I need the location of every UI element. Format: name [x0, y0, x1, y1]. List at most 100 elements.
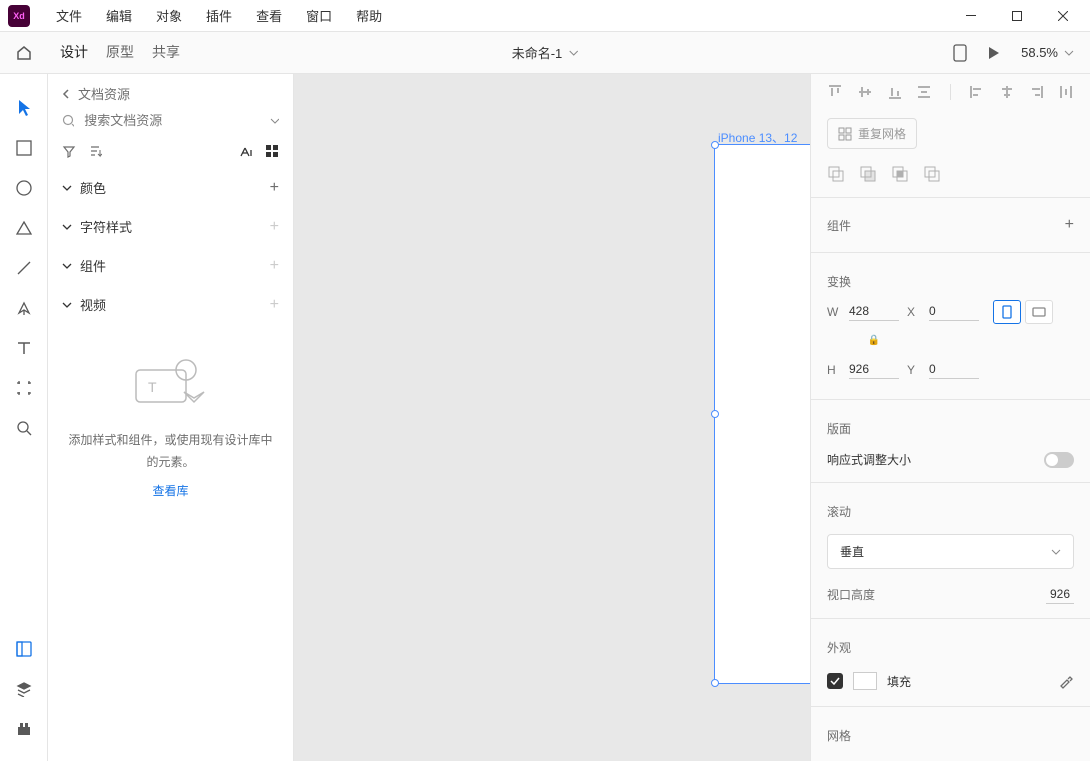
- section-colors[interactable]: 颜色 +: [48, 168, 293, 207]
- text-icon: [16, 340, 32, 356]
- menu-view[interactable]: 查看: [244, 6, 294, 25]
- align-hcenter-icon[interactable]: [999, 84, 1015, 100]
- responsive-resize-row: 响应式调整大小: [811, 443, 1090, 476]
- chevron-down-icon: [1064, 50, 1074, 56]
- close-button[interactable]: [1040, 0, 1086, 32]
- height-input[interactable]: 926: [849, 360, 899, 379]
- add-component-button[interactable]: +: [270, 257, 279, 275]
- view-library-link[interactable]: 查看库: [152, 481, 188, 503]
- selection-handle[interactable]: [711, 410, 719, 418]
- polygon-tool[interactable]: [8, 208, 40, 248]
- scroll-select[interactable]: 垂直: [827, 534, 1074, 569]
- canvas[interactable]: iPhone 13、12 Pro Max – 1: [294, 74, 810, 761]
- add-color-button[interactable]: +: [270, 179, 279, 197]
- minimize-button[interactable]: [948, 0, 994, 32]
- boolean-exclude-icon[interactable]: [923, 165, 941, 183]
- layers-panel-toggle[interactable]: [8, 669, 40, 709]
- selection-handle[interactable]: [711, 141, 719, 149]
- assets-search[interactable]: [48, 109, 293, 138]
- x-input[interactable]: 0: [929, 302, 979, 321]
- document-title[interactable]: 未命名-1: [512, 43, 579, 62]
- menu-object[interactable]: 对象: [144, 6, 194, 25]
- menu-edit[interactable]: 编辑: [94, 6, 144, 25]
- triangle-icon: [16, 220, 32, 236]
- menu-plugins[interactable]: 插件: [194, 6, 244, 25]
- boolean-subtract-icon[interactable]: [859, 165, 877, 183]
- w-label: W: [827, 305, 841, 319]
- section-char-styles[interactable]: 字符样式 +: [48, 207, 293, 246]
- distribute-h-icon[interactable]: [1058, 84, 1074, 100]
- zoom-dropdown[interactable]: 58.5%: [1021, 45, 1074, 60]
- assets-filter-row: [48, 138, 293, 168]
- select-tool[interactable]: [8, 88, 40, 128]
- align-bottom-icon[interactable]: [887, 84, 903, 100]
- assets-back-button[interactable]: 文档资源: [48, 74, 293, 109]
- play-button[interactable]: [987, 46, 1001, 60]
- right-panel: 重复网格 组件 + 变换 W 428 X 0 🔒 H: [810, 74, 1090, 761]
- left-panel: 文档资源 颜色 + 字符样式 + 组件 +: [48, 74, 294, 761]
- menu-window[interactable]: 窗口: [294, 6, 344, 25]
- lock-aspect-icon[interactable]: 🔒: [849, 335, 899, 346]
- boolean-add-icon[interactable]: [827, 165, 845, 183]
- search-icon: [62, 114, 74, 128]
- artboard-tool[interactable]: [8, 368, 40, 408]
- pen-tool[interactable]: [8, 288, 40, 328]
- chevron-left-icon: [62, 89, 70, 99]
- selection-handle[interactable]: [711, 679, 719, 687]
- zoom-tool[interactable]: [8, 408, 40, 448]
- text-tool[interactable]: [8, 328, 40, 368]
- chevron-down-icon[interactable]: [270, 118, 279, 124]
- maximize-button[interactable]: [994, 0, 1040, 32]
- align-vcenter-icon[interactable]: [857, 84, 873, 100]
- cursor-icon: [16, 99, 32, 117]
- add-component-button[interactable]: +: [1065, 216, 1074, 234]
- y-input[interactable]: 0: [929, 360, 979, 379]
- tab-share[interactable]: 共享: [152, 30, 180, 76]
- fill-checkbox[interactable]: [827, 673, 843, 689]
- align-right-icon[interactable]: [1028, 84, 1044, 100]
- boolean-intersect-icon[interactable]: [891, 165, 909, 183]
- assets-panel-toggle[interactable]: [8, 629, 40, 669]
- grid-view-icon[interactable]: [265, 144, 279, 158]
- fill-color-swatch[interactable]: [853, 672, 877, 690]
- pen-icon: [16, 300, 32, 316]
- empty-state-illustration: T: [126, 352, 216, 412]
- viewport-height-input[interactable]: 926: [1046, 585, 1074, 604]
- tab-prototype[interactable]: 原型: [106, 30, 134, 76]
- filter-icon[interactable]: [62, 144, 76, 158]
- mobile-preview-button[interactable]: [953, 44, 967, 62]
- assets-empty-state: T 添加样式和组件，或使用现有设计库中的元素。 查看库: [48, 324, 293, 523]
- line-tool[interactable]: [8, 248, 40, 288]
- width-input[interactable]: 428: [849, 302, 899, 321]
- line-icon: [16, 260, 32, 276]
- add-video-button[interactable]: +: [270, 296, 279, 314]
- home-button[interactable]: [0, 44, 48, 62]
- section-components[interactable]: 组件 +: [48, 246, 293, 285]
- sort-icon[interactable]: [88, 144, 102, 158]
- artboard[interactable]: [714, 144, 810, 684]
- menu-help[interactable]: 帮助: [344, 6, 394, 25]
- rectangle-tool[interactable]: [8, 128, 40, 168]
- responsive-resize-toggle[interactable]: [1044, 452, 1074, 468]
- section-videos[interactable]: 视频 +: [48, 285, 293, 324]
- component-section: 组件 +: [811, 204, 1090, 246]
- plugins-panel-toggle[interactable]: [8, 709, 40, 749]
- viewport-height-row: 视口高度 926: [811, 577, 1090, 612]
- ellipse-tool[interactable]: [8, 168, 40, 208]
- tab-design[interactable]: 设计: [60, 30, 88, 76]
- eyedropper-button[interactable]: [1058, 673, 1074, 689]
- repeat-grid-button[interactable]: 重复网格: [827, 118, 917, 149]
- layout-title: 版面: [811, 406, 1090, 443]
- menu-file[interactable]: 文件: [44, 6, 94, 25]
- align-top-icon[interactable]: [827, 84, 843, 100]
- add-char-style-button[interactable]: +: [270, 218, 279, 236]
- mobile-icon: [953, 44, 967, 62]
- landscape-button[interactable]: [1025, 300, 1053, 324]
- close-icon: [1058, 11, 1068, 21]
- align-left-icon[interactable]: [969, 84, 985, 100]
- distribute-v-icon[interactable]: [916, 84, 932, 100]
- list-view-icon[interactable]: [239, 144, 253, 158]
- artboard-icon: [16, 380, 32, 396]
- portrait-button[interactable]: [993, 300, 1021, 324]
- assets-search-input[interactable]: [84, 113, 260, 128]
